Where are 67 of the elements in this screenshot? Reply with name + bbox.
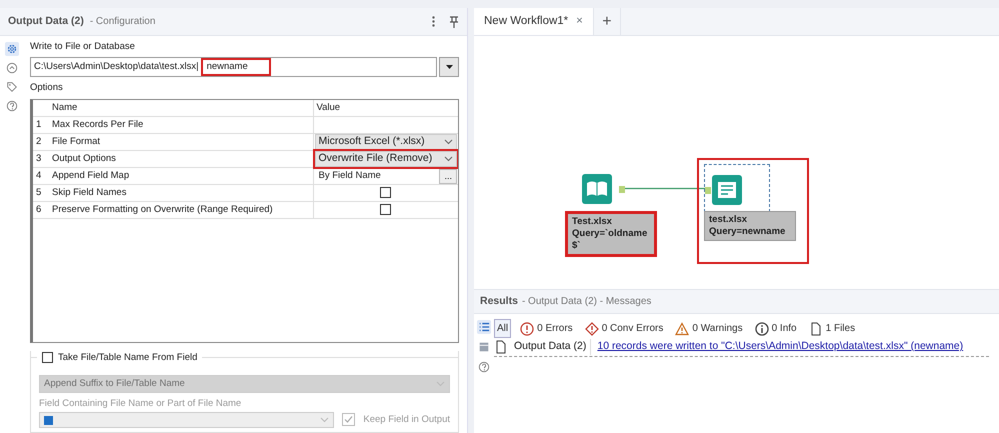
table-icon[interactable] [477, 340, 491, 354]
tool-name: Output Data (2) [514, 339, 592, 355]
caret-icon [320, 417, 330, 423]
gear-icon[interactable] [5, 42, 19, 56]
field-type-icon [44, 416, 53, 424]
checkbox[interactable] [380, 186, 392, 198]
column-header: Value [313, 100, 458, 116]
filter-button[interactable]: 0 Warnings [672, 319, 746, 338]
new-tab-button[interactable]: + [592, 8, 621, 35]
section-label: Options [30, 81, 64, 96]
option-name: Skip Field Names [49, 184, 313, 202]
caret-icon [444, 156, 453, 162]
row-number: 3 [33, 150, 49, 168]
option-name: Output Options [49, 150, 313, 168]
field-label: Field Containing File Name or Part of File Name [39, 396, 242, 411]
pin-icon[interactable] [449, 16, 459, 28]
error-icon [520, 322, 534, 336]
caret-icon [446, 65, 452, 70]
caret-icon [444, 139, 453, 145]
panel-subtitle: - Configuration [90, 15, 156, 29]
results-title: Results [480, 294, 518, 309]
filter-button[interactable]: 0 Conv Errors [582, 319, 666, 338]
checkbox[interactable] [380, 204, 392, 215]
row-number: 6 [33, 202, 49, 218]
value-dropdown[interactable]: Microsoft Excel (*.xlsx) [314, 134, 457, 150]
info-icon [754, 322, 769, 336]
path-dropdown-button[interactable] [439, 57, 459, 78]
column-header: Name [49, 100, 313, 116]
value-dropdown[interactable]: Overwrite File (Remove) [314, 151, 457, 167]
help-icon[interactable] [477, 360, 491, 374]
option-name: Preserve Formatting on Overwrite (Range Required) [49, 202, 313, 218]
panel-title: Output Data (2) [8, 14, 84, 29]
filter-button[interactable]: 1 Files [806, 319, 858, 338]
more-icon[interactable] [432, 16, 435, 27]
file-icon [494, 340, 508, 354]
field-label: Write to File or Database [30, 40, 136, 54]
arrow-circle-icon[interactable] [5, 61, 19, 75]
document-tool-icon[interactable] [705, 175, 742, 205]
option-name: Max Records Per File [49, 116, 313, 134]
filter-button[interactable]: 0 Info [752, 319, 800, 338]
node-label: test.xlsx Query=newname [704, 211, 796, 241]
option-name: Append Field Map [49, 168, 313, 184]
results-subtitle: - Output Data (2) - Messages [522, 295, 652, 309]
message-link[interactable]: 10 records were written to "C:\Users\Admin\Desktop\data\test.xlsx" (newname) [597, 339, 964, 355]
checkbox-label: Take File/Table Name From Field [58, 350, 198, 364]
filter-button[interactable]: 0 Errors [517, 319, 576, 338]
option-name: File Format [49, 134, 313, 150]
help-icon[interactable] [5, 99, 19, 113]
row-number: 5 [33, 184, 49, 202]
list-icon[interactable] [477, 320, 491, 334]
path-field[interactable]: C:\Users\Admin\Desktop\data\test.xlsx| newname [30, 57, 437, 78]
warning-icon [675, 322, 690, 336]
file-icon [808, 322, 823, 336]
ellipsis-button[interactable]: ... [439, 168, 457, 184]
row-number: 1 [33, 116, 49, 134]
book-tool-icon[interactable] [582, 174, 626, 204]
warning-diamond-icon [584, 322, 599, 336]
option-value: By Field Name [318, 168, 381, 183]
row-number: 4 [33, 168, 49, 184]
close-button[interactable]: × [576, 12, 583, 30]
checkbox-label: Keep Field in Output [363, 412, 450, 427]
tag-icon[interactable] [5, 80, 19, 94]
row-number: 2 [33, 134, 49, 150]
node-label: Test.xlsx Query=`oldname $` [565, 211, 657, 257]
field-dropdown[interactable] [39, 412, 334, 428]
filter-button[interactable]: All [494, 319, 512, 338]
workflow-tab[interactable]: New Workflow1* × [474, 8, 593, 35]
